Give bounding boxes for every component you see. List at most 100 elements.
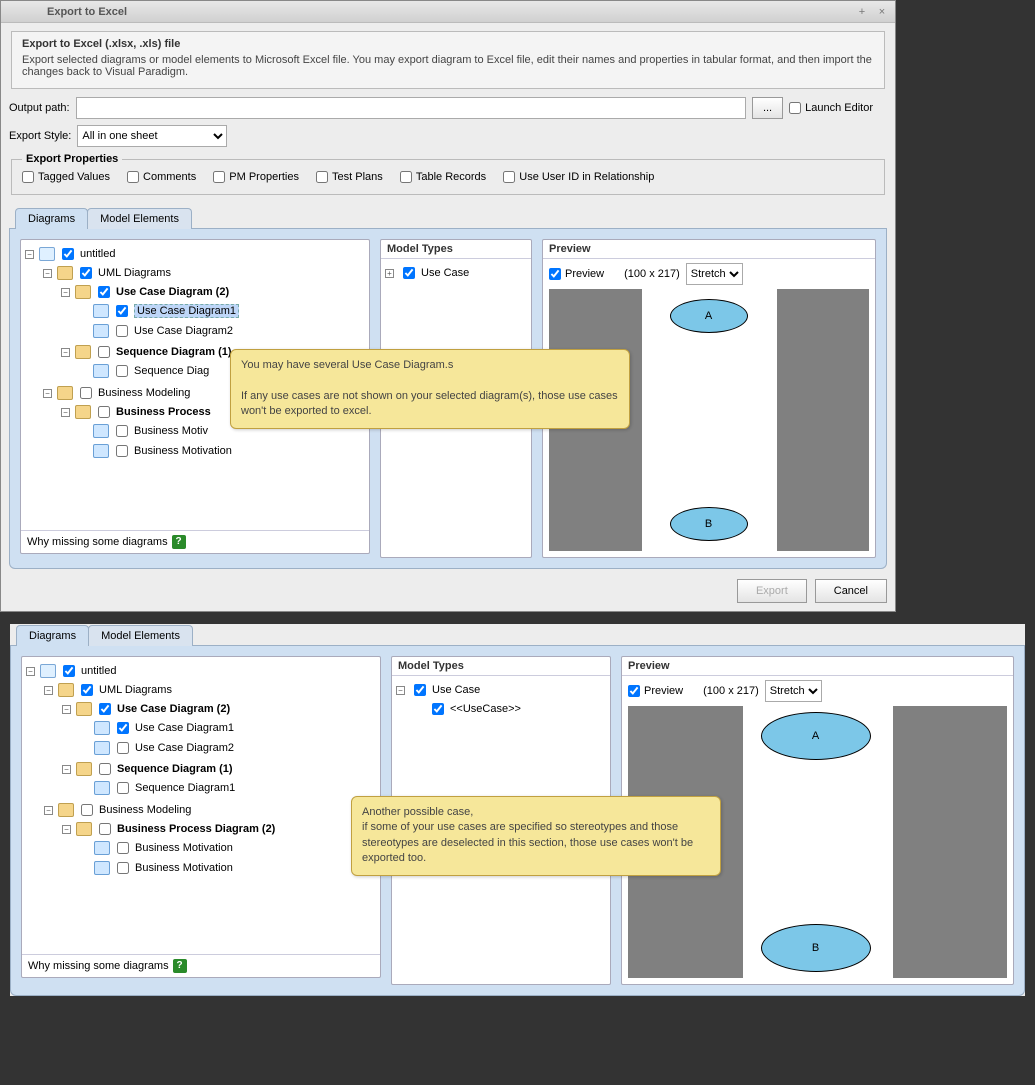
toggle-icon[interactable]: − xyxy=(44,686,53,695)
chk-mt-stereo[interactable] xyxy=(432,703,444,715)
preview-mode-select[interactable]: Stretch xyxy=(686,263,743,285)
node-seq-cat[interactable]: Sequence Diagram (1) xyxy=(116,346,232,358)
chk-bpd[interactable] xyxy=(98,406,110,418)
node-untitled[interactable]: untitled xyxy=(80,248,115,260)
node-usecase1[interactable]: Use Case Diagram1 xyxy=(135,722,234,734)
chk-seq1[interactable] xyxy=(117,782,129,794)
node-bpd[interactable]: Business Process xyxy=(116,406,211,418)
toggle-icon[interactable]: − xyxy=(43,269,52,278)
close-icon[interactable]: × xyxy=(875,5,889,19)
chk-usecase2[interactable] xyxy=(116,325,128,337)
node-bm2[interactable]: Business Motivation xyxy=(134,445,232,457)
node-usecase2[interactable]: Use Case Diagram2 xyxy=(135,742,234,754)
minimize-icon[interactable]: + xyxy=(855,5,869,19)
chk-seq-cat[interactable] xyxy=(98,346,110,358)
chk-usecase1[interactable] xyxy=(116,305,128,317)
mt-usecase[interactable]: Use Case xyxy=(421,267,469,279)
chk-biz[interactable] xyxy=(80,387,92,399)
chk-uml[interactable] xyxy=(80,267,92,279)
header-title: Export to Excel (.xlsx, .xls) file xyxy=(22,38,874,50)
node-usecase1[interactable]: Use Case Diagram1 xyxy=(134,304,239,318)
mt-stereo[interactable]: <<UseCase>> xyxy=(450,703,521,715)
tab-diagrams[interactable]: Diagrams xyxy=(16,625,89,646)
toggle-icon[interactable]: − xyxy=(396,686,405,695)
chk-comments[interactable]: Comments xyxy=(127,171,196,183)
mt-usecase[interactable]: Use Case xyxy=(432,684,480,696)
tab-diagrams[interactable]: Diagrams xyxy=(15,208,88,229)
chk-table[interactable]: Table Records xyxy=(400,171,486,183)
toggle-icon[interactable]: − xyxy=(61,348,70,357)
node-uml[interactable]: UML Diagrams xyxy=(99,684,172,696)
folder-icon xyxy=(76,762,92,776)
chk-bm2[interactable] xyxy=(117,862,129,874)
node-seq1[interactable]: Sequence Diag xyxy=(134,365,209,377)
chk-untitled[interactable] xyxy=(62,248,74,260)
chk-uml[interactable] xyxy=(81,684,93,696)
diagram-icon xyxy=(93,444,109,458)
export-properties: Export Properties Tagged Values Comments… xyxy=(11,153,885,195)
toggle-icon[interactable]: − xyxy=(43,389,52,398)
chk-bm1[interactable] xyxy=(117,842,129,854)
help-icon[interactable]: ? xyxy=(173,959,187,973)
node-seq-cat[interactable]: Sequence Diagram (1) xyxy=(117,763,233,775)
chk-userid[interactable]: Use User ID in Relationship xyxy=(503,171,654,183)
toggle-icon[interactable]: − xyxy=(62,705,71,714)
node-biz[interactable]: Business Modeling xyxy=(99,804,191,816)
titlebar[interactable]: Export to Excel + × xyxy=(1,1,895,23)
chk-mt-usecase[interactable] xyxy=(403,267,415,279)
toggle-icon[interactable]: − xyxy=(62,765,71,774)
output-path-input[interactable] xyxy=(76,97,746,119)
chk-usecase-cat[interactable] xyxy=(98,286,110,298)
help-icon[interactable]: ? xyxy=(172,535,186,549)
toggle-icon[interactable]: − xyxy=(62,825,71,834)
chk-seq1[interactable] xyxy=(116,365,128,377)
chk-mt-usecase[interactable] xyxy=(414,684,426,696)
chk-bm2[interactable] xyxy=(116,445,128,457)
toggle-icon[interactable]: − xyxy=(26,667,35,676)
preview-mode-select[interactable]: Stretch xyxy=(765,680,822,702)
node-usecase2[interactable]: Use Case Diagram2 xyxy=(134,325,233,337)
chk-untitled[interactable] xyxy=(63,665,75,677)
launch-editor-label: Launch Editor xyxy=(805,102,873,114)
chk-seq-cat[interactable] xyxy=(99,763,111,775)
browse-button[interactable]: ... xyxy=(752,97,783,119)
chk-usecase1[interactable] xyxy=(117,722,129,734)
output-path-label: Output path: xyxy=(9,102,70,114)
node-bm1[interactable]: Business Motivation xyxy=(135,842,233,854)
node-uml[interactable]: UML Diagrams xyxy=(98,267,171,279)
chk-bpd[interactable] xyxy=(99,823,111,835)
node-bpd[interactable]: Business Process Diagram (2) xyxy=(117,823,275,835)
node-biz[interactable]: Business Modeling xyxy=(98,387,190,399)
tooltip-text: You may have several Use Case Diagram.s … xyxy=(241,359,618,417)
chk-pm[interactable]: PM Properties xyxy=(213,171,299,183)
tab-model-elements[interactable]: Model Elements xyxy=(88,625,193,646)
node-bm2[interactable]: Business Motivation xyxy=(135,862,233,874)
folder-icon xyxy=(76,822,92,836)
preview-checkbox[interactable]: Preview xyxy=(549,268,604,280)
export-button[interactable]: Export xyxy=(737,579,807,603)
chk-usecase2[interactable] xyxy=(117,742,129,754)
chk-tagged[interactable]: Tagged Values xyxy=(22,171,110,183)
toggle-icon[interactable]: − xyxy=(44,806,53,815)
toggle-icon[interactable]: + xyxy=(385,269,394,278)
export-style-select[interactable]: All in one sheet xyxy=(77,125,227,147)
chk-biz[interactable] xyxy=(81,804,93,816)
preview-checkbox[interactable]: Preview xyxy=(628,685,683,697)
node-seq1[interactable]: Sequence Diagram1 xyxy=(135,782,235,794)
cancel-button[interactable]: Cancel xyxy=(815,579,887,603)
launch-editor-checkbox[interactable]: Launch Editor xyxy=(789,102,873,114)
folder-icon xyxy=(57,386,73,400)
chk-test[interactable]: Test Plans xyxy=(316,171,383,183)
folder-icon xyxy=(75,345,91,359)
node-usecase-cat[interactable]: Use Case Diagram (2) xyxy=(116,286,229,298)
node-untitled[interactable]: untitled xyxy=(81,665,116,677)
chk-usecase-cat[interactable] xyxy=(99,703,111,715)
tooltip-callout: Another possible case, if some of your u… xyxy=(351,796,721,876)
toggle-icon[interactable]: − xyxy=(25,250,34,259)
toggle-icon[interactable]: − xyxy=(61,408,70,417)
toggle-icon[interactable]: − xyxy=(61,288,70,297)
node-usecase-cat[interactable]: Use Case Diagram (2) xyxy=(117,703,230,715)
chk-bm1[interactable] xyxy=(116,425,128,437)
node-bm1[interactable]: Business Motiv xyxy=(134,425,208,437)
tab-model-elements[interactable]: Model Elements xyxy=(87,208,192,229)
